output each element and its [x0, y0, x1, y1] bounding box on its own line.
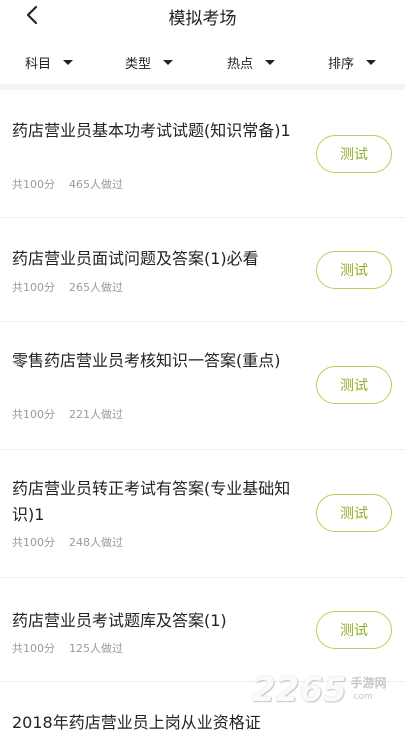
exam-list: 药店营业员基本功考试试题(知识常备)1 共100分 465人做过 测试 药店营业…: [0, 90, 405, 742]
exam-title: 药店营业员面试问题及答案(1)必看: [12, 249, 259, 268]
caret-down-icon: [63, 59, 74, 65]
exam-meta: 共100分 248人做过: [12, 534, 123, 550]
exam-title: 零售药店营业员考核知识一答案(重点): [12, 351, 281, 370]
top-bar: 模拟考场: [0, 0, 405, 34]
exam-item[interactable]: 零售药店营业员考核知识一答案(重点) 共100分 221人做过 测试: [0, 322, 405, 450]
exam-count: 265人做过: [69, 281, 123, 294]
watermark-com: .com: [350, 692, 373, 702]
test-button[interactable]: 测试: [316, 494, 392, 532]
watermark-cn: 手游网: [350, 676, 387, 690]
exam-item[interactable]: 药店营业员基本功考试试题(知识常备)1 共100分 465人做过 测试: [0, 90, 405, 218]
filter-hot-label: 热点: [227, 56, 254, 72]
caret-down-icon: [163, 59, 174, 65]
exam-meta: 共100分 125人做过: [12, 640, 123, 656]
exam-title: 药店营业员考试题库及答案(1): [12, 611, 227, 630]
exam-title: 药店营业员基本功考试试题(知识常备)1: [12, 121, 291, 140]
exam-score: 共100分: [12, 408, 55, 421]
page-title: 模拟考场: [168, 9, 237, 29]
exam-title: 2018年药店营业员上岗从业资格证: [12, 713, 261, 732]
exam-item[interactable]: 药店营业员面试问题及答案(1)必看 共100分 265人做过 测试: [0, 218, 405, 322]
exam-meta: 共100分 221人做过: [12, 406, 123, 422]
exam-item[interactable]: 药店营业员转正考试有答案(专业基础知识)1 共100分 248人做过 测试: [0, 450, 405, 578]
exam-count: 221人做过: [69, 408, 123, 421]
filter-sort[interactable]: 排序: [328, 52, 377, 72]
exam-meta: 共100分 265人做过: [12, 279, 123, 295]
test-button[interactable]: 测试: [316, 251, 392, 289]
filter-bar: 科目 类型 热点 排序: [0, 44, 405, 78]
exam-score: 共100分: [12, 281, 55, 294]
filter-sort-label: 排序: [328, 56, 355, 72]
exam-meta: 共100分 465人做过: [12, 176, 123, 192]
exam-score: 共100分: [12, 178, 55, 191]
site-watermark: 2265 手游网 .com: [252, 668, 402, 712]
filter-subject-label: 科目: [25, 56, 52, 72]
watermark-number: 2265: [252, 670, 347, 710]
exam-score: 共100分: [12, 536, 55, 549]
filter-hot[interactable]: 热点: [227, 52, 276, 72]
filter-type[interactable]: 类型: [125, 52, 174, 72]
filter-type-label: 类型: [125, 56, 152, 72]
exam-score: 共100分: [12, 642, 55, 655]
filter-subject[interactable]: 科目: [25, 52, 74, 72]
test-button[interactable]: 测试: [316, 611, 392, 649]
exam-count: 248人做过: [69, 536, 123, 549]
watermark-side: 手游网 .com: [351, 676, 387, 704]
caret-down-icon: [265, 59, 276, 65]
caret-down-icon: [366, 59, 377, 65]
exam-count: 465人做过: [69, 178, 123, 191]
exam-title: 药店营业员转正考试有答案(专业基础知识)1: [12, 479, 291, 524]
test-button[interactable]: 测试: [316, 366, 392, 404]
exam-item[interactable]: 药店营业员考试题库及答案(1) 共100分 125人做过 测试: [0, 578, 405, 682]
test-button[interactable]: 测试: [316, 135, 392, 173]
exam-count: 125人做过: [69, 642, 123, 655]
